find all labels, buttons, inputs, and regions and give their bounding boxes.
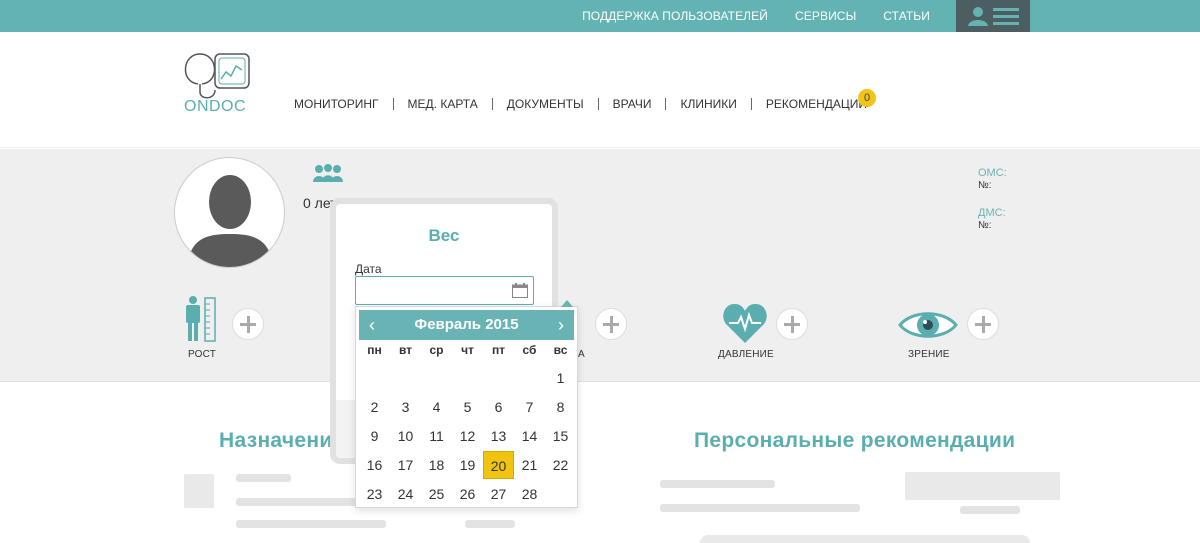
user-menu-button[interactable] [956, 0, 1030, 32]
calendar-day[interactable]: 21 [514, 451, 545, 479]
weekday-header: вт [398, 343, 413, 357]
oms-label: ОМС: [978, 167, 1007, 179]
add-height-button[interactable] [232, 308, 264, 340]
weekday-header: чт [461, 343, 474, 357]
calendar-day[interactable]: 16 [359, 451, 390, 479]
calendar-day[interactable]: 25 [421, 480, 452, 508]
services-link[interactable]: СЕРВИСЫ [795, 9, 856, 23]
appointment-thumbnail [184, 474, 214, 508]
calendar-day-today[interactable]: 20 [483, 451, 514, 479]
prev-month-button[interactable]: ‹ [361, 310, 383, 340]
modal-title: Вес [428, 226, 460, 245]
calendar-day[interactable]: 8 [545, 393, 576, 421]
calendar-day[interactable]: 26 [452, 480, 483, 508]
eye-icon [898, 312, 958, 338]
nav-monitoring[interactable]: МОНИТОРИНГ [294, 98, 393, 110]
calendar-day[interactable]: 17 [390, 451, 421, 479]
recommendation-line [960, 506, 1020, 514]
recommendation-line [660, 504, 860, 512]
avatar[interactable] [174, 157, 285, 268]
support-link[interactable]: ПОДДЕРЖКА ПОЛЬЗОВАТЕЛЕЙ [582, 9, 768, 23]
add-pressure-button[interactable] [776, 308, 808, 340]
nav-clinics[interactable]: КЛИНИКИ [665, 98, 750, 110]
weekday-header: вс [553, 343, 568, 357]
heart-pulse-icon [723, 303, 767, 343]
calendar-day[interactable]: 9 [359, 422, 390, 450]
recommendation-line [660, 480, 775, 488]
calendar-day[interactable]: 11 [421, 422, 452, 450]
datepicker-header: Февраль 2015 ‹ › [359, 310, 574, 340]
calendar-day[interactable]: 2 [359, 393, 390, 421]
appointment-line [236, 474, 291, 482]
profile-panel: 0 лет ОМС: №: ДМС: №: РОСТ А ДАВЛЕНИЕ ЗР… [0, 149, 1200, 382]
main-nav: МОНИТОРИНГ МЕД. КАРТА ДОКУМЕНТЫ ВРАЧИ КЛ… [294, 98, 881, 110]
weekday-header: сб [522, 343, 537, 357]
calendar-day[interactable]: 19 [452, 451, 483, 479]
calendar-day[interactable]: 14 [514, 422, 545, 450]
calendar-day[interactable]: 7 [514, 393, 545, 421]
nav-documents[interactable]: ДОКУМЕНТЫ [491, 98, 598, 110]
calendar-day[interactable]: 3 [390, 393, 421, 421]
recommendations-title: Персональные рекомендации [694, 429, 1016, 452]
datepicker-pointer [561, 300, 573, 307]
datepicker-month: Февраль 2015 [414, 316, 519, 333]
recommendation-button [700, 535, 1030, 543]
weekday-header: пт [491, 343, 506, 357]
family-icon[interactable] [312, 164, 344, 182]
dms-label: ДМС: [978, 207, 1006, 219]
recommendations-badge: 0 [858, 89, 876, 107]
articles-link[interactable]: СТАТЬИ [883, 9, 930, 23]
datepicker: Февраль 2015 ‹ › пн вт ср чт пт сб вс 1 2 3 4 5 6 7 8 9… [355, 300, 578, 508]
header: ONDOC МОНИТОРИНГ МЕД. КАРТА ДОКУМЕНТЫ ВР… [0, 32, 1200, 148]
calendar-day[interactable]: 4 [421, 393, 452, 421]
calendar-day[interactable]: 24 [390, 480, 421, 508]
top-links: ПОДДЕРЖКА ПОЛЬЗОВАТЕЛЕЙ СЕРВИСЫ СТАТЬИ [582, 0, 930, 32]
next-month-button[interactable]: › [550, 310, 572, 340]
calendar-day[interactable]: 28 [514, 480, 545, 508]
calendar-day[interactable]: 12 [452, 422, 483, 450]
nav-doctors[interactable]: ВРАЧИ [597, 98, 666, 110]
calendar-day[interactable]: 27 [483, 480, 514, 508]
calendar-day[interactable]: 5 [452, 393, 483, 421]
appointments-title: Назначени [219, 429, 333, 452]
user-icon [968, 7, 988, 26]
calendar-day[interactable]: 23 [359, 480, 390, 508]
calendar-day[interactable]: 1 [545, 364, 576, 392]
logo-text: ONDOC [184, 98, 247, 115]
calendar-day[interactable]: 15 [545, 422, 576, 450]
pressure-label: ДАВЛЕНИЕ [718, 349, 774, 360]
oms-number: №: [978, 180, 992, 191]
add-vision-button[interactable] [967, 308, 999, 340]
appointment-line [236, 520, 386, 528]
height-icon [186, 296, 216, 342]
vision-label: ЗРЕНИЕ [908, 349, 950, 360]
calendar-day[interactable]: 13 [483, 422, 514, 450]
top-bar: ПОДДЕРЖКА ПОЛЬЗОВАТЕЛЕЙ СЕРВИСЫ СТАТЬИ [0, 0, 1200, 32]
nav-med-card[interactable]: МЕД. КАРТА [392, 98, 492, 110]
dms-number: №: [978, 220, 992, 231]
menu-icon [993, 8, 1019, 25]
appointment-line [236, 498, 356, 506]
calendar-day[interactable]: 10 [390, 422, 421, 450]
weekday-header: ср [429, 343, 444, 357]
calendar-day[interactable]: 18 [421, 451, 452, 479]
date-input[interactable] [355, 276, 534, 305]
date-label: Дата [355, 262, 382, 276]
avatar-silhouette-icon [187, 175, 273, 267]
weight-label: А [578, 349, 585, 360]
calendar-day[interactable]: 22 [545, 451, 576, 479]
add-weight-button[interactable] [595, 308, 627, 340]
recommendation-box [905, 472, 1060, 500]
calendar-day[interactable]: 6 [483, 393, 514, 421]
calendar-icon[interactable] [512, 283, 528, 298]
weekday-header: пн [367, 343, 382, 357]
appointment-line [465, 520, 515, 528]
height-label: РОСТ [188, 349, 217, 360]
